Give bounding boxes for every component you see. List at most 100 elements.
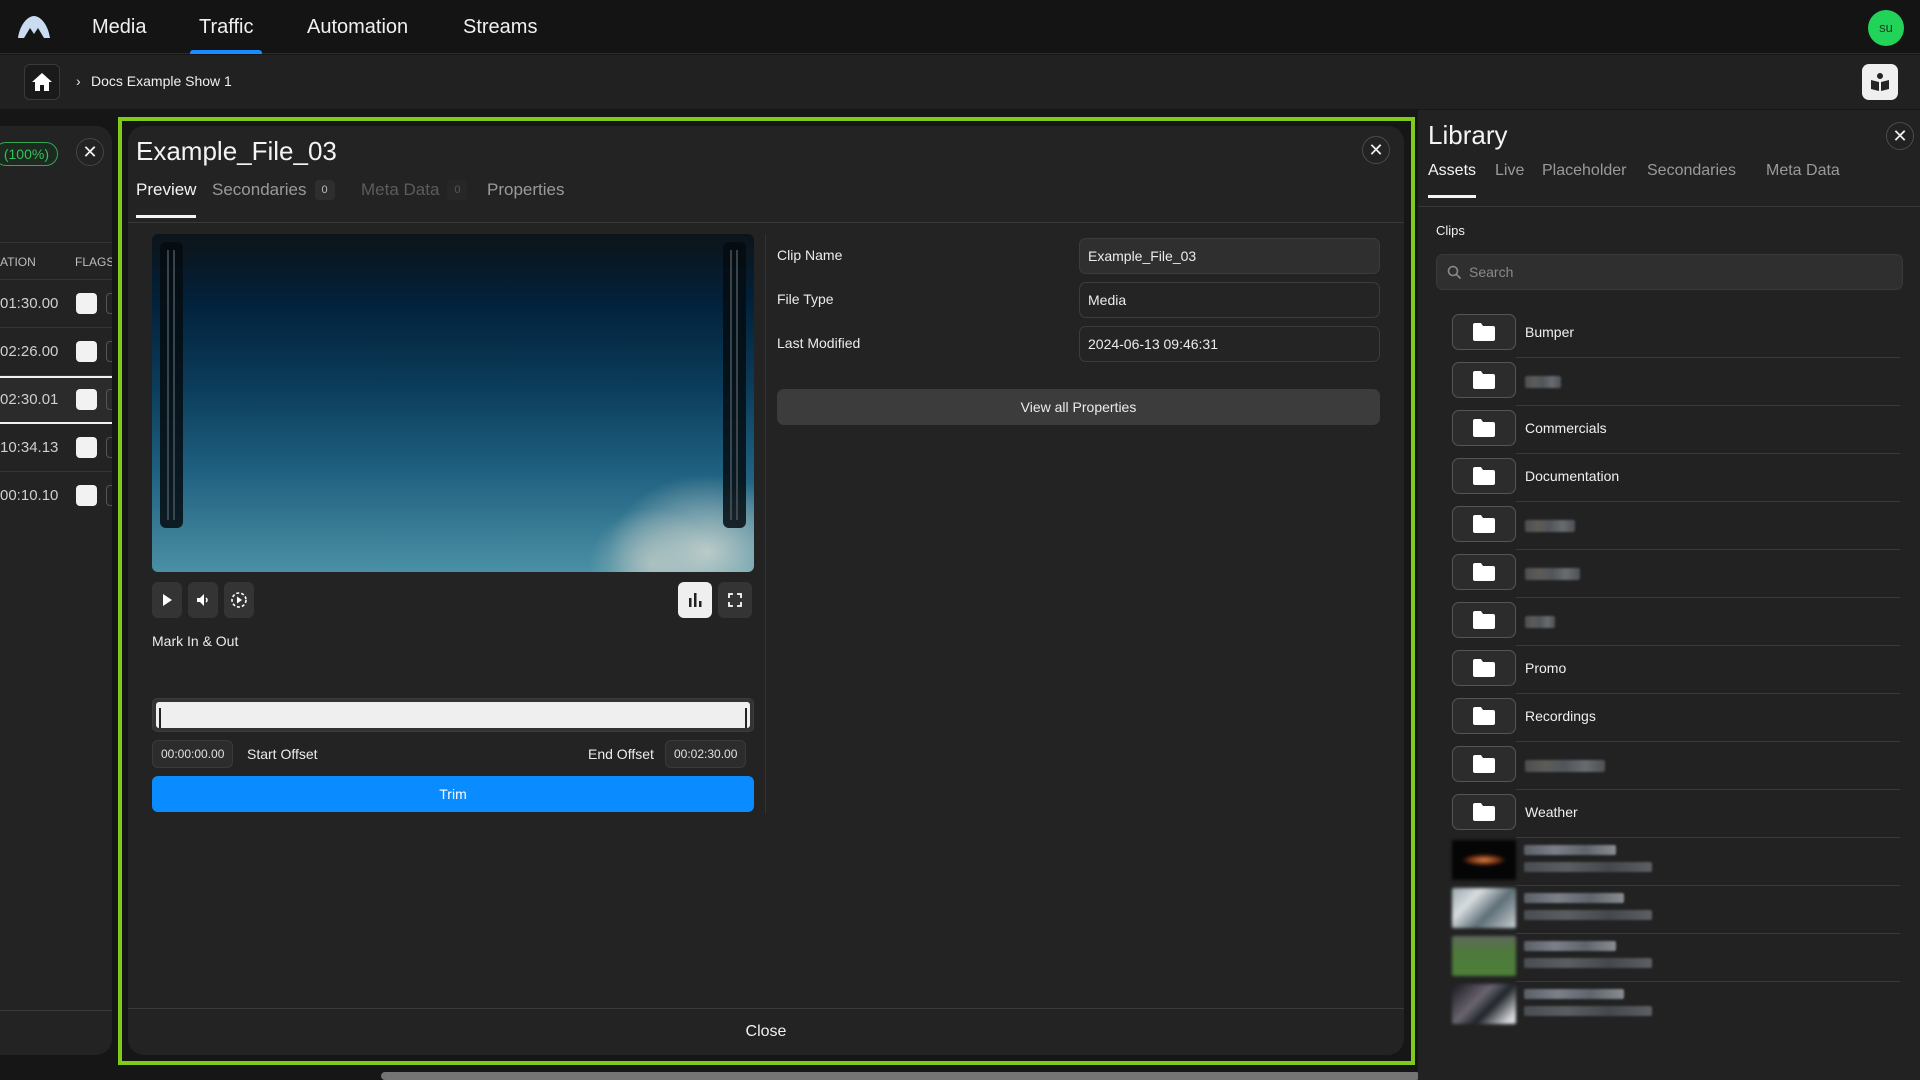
- search-box: [1436, 254, 1903, 290]
- table-row[interactable]: 02:26.00: [0, 328, 112, 376]
- trim-end-handle[interactable]: [745, 708, 747, 728]
- tab-meta-data[interactable]: Meta Data: [1766, 162, 1840, 180]
- folder-icon: [1473, 467, 1495, 485]
- folder-item[interactable]: Bumper: [1452, 310, 1900, 358]
- folder-button[interactable]: [1452, 794, 1516, 830]
- trim-button[interactable]: Trim: [152, 776, 754, 812]
- bar-chart-icon: [689, 593, 702, 607]
- clip-thumbnail: [1452, 840, 1516, 880]
- replay-icon: [231, 592, 247, 608]
- flag-icon[interactable]: [106, 293, 112, 314]
- nav-media[interactable]: Media: [92, 0, 146, 54]
- loop-button[interactable]: [224, 582, 254, 618]
- folder-button[interactable]: [1452, 698, 1516, 734]
- close-icon[interactable]: ✕: [76, 138, 104, 166]
- mark-in-handle[interactable]: [160, 242, 183, 528]
- clip-item[interactable]: [1452, 934, 1900, 982]
- folder-item[interactable]: [1452, 550, 1900, 598]
- folder-button[interactable]: [1452, 362, 1516, 398]
- search-input[interactable]: [1469, 255, 1889, 289]
- trim-range-slider[interactable]: [152, 698, 754, 732]
- table-row[interactable]: 01:30.00: [0, 280, 112, 328]
- nav-traffic[interactable]: Traffic: [189, 0, 263, 54]
- folder-button[interactable]: [1452, 554, 1516, 590]
- flag-icon[interactable]: [106, 437, 112, 458]
- redacted-clip-meta: [1524, 910, 1652, 920]
- folder-item[interactable]: Documentation: [1452, 454, 1900, 502]
- tab-assets[interactable]: Assets: [1428, 162, 1477, 198]
- folder-button[interactable]: [1452, 506, 1516, 542]
- clip-item[interactable]: [1452, 982, 1900, 1030]
- playlist-flag-icon[interactable]: [76, 389, 97, 410]
- fullscreen-button[interactable]: [718, 582, 752, 618]
- flag-icon[interactable]: [106, 341, 112, 362]
- tab-properties[interactable]: Properties: [487, 180, 564, 200]
- library-title: Library: [1428, 120, 1508, 150]
- tab-secondaries[interactable]: Secondaries 0: [212, 180, 335, 200]
- column-flags[interactable]: FLAGS: [75, 255, 112, 269]
- clip-thumbnail: [1452, 984, 1516, 1024]
- flag-icon[interactable]: [106, 389, 112, 410]
- folder-button[interactable]: [1452, 602, 1516, 638]
- nav-automation[interactable]: Automation: [307, 0, 408, 54]
- folder-item[interactable]: [1452, 502, 1900, 550]
- tab-live[interactable]: Live: [1495, 162, 1524, 180]
- app-logo-icon[interactable]: [16, 14, 52, 40]
- library-toggle-button[interactable]: [1862, 64, 1898, 100]
- modal-title: Example_File_03: [136, 136, 337, 166]
- clip-item[interactable]: [1452, 838, 1900, 886]
- tab-meta-data[interactable]: Meta Data 0: [361, 180, 468, 200]
- folder-item[interactable]: Commercials: [1452, 406, 1900, 454]
- playlist-flag-icon[interactable]: [76, 437, 97, 458]
- folder-button[interactable]: [1452, 314, 1516, 350]
- folder-item[interactable]: [1452, 598, 1900, 646]
- tab-label: Preview: [136, 180, 197, 199]
- horizontal-scrollbar[interactable]: [381, 1072, 1420, 1080]
- close-button[interactable]: Close: [128, 1008, 1404, 1055]
- folder-button[interactable]: [1452, 410, 1516, 446]
- folder-button[interactable]: [1452, 746, 1516, 782]
- playlist-flag-icon[interactable]: [76, 485, 97, 506]
- folder-item[interactable]: Weather: [1452, 790, 1900, 838]
- breadcrumb-item[interactable]: Docs Example Show 1: [91, 73, 232, 89]
- table-row[interactable]: 00:10.10: [0, 472, 112, 520]
- folder-button[interactable]: [1452, 458, 1516, 494]
- folder-item[interactable]: [1452, 358, 1900, 406]
- mark-in-out-label: Mark In & Out: [152, 633, 239, 649]
- video-preview[interactable]: [152, 234, 754, 572]
- column-duration[interactable]: ATION: [0, 255, 36, 269]
- folder-icon: [1473, 371, 1495, 389]
- folder-label: Weather: [1525, 804, 1578, 820]
- start-offset-field[interactable]: 00:00:00.00: [152, 740, 234, 768]
- end-offset-label: End Offset: [588, 746, 654, 762]
- folder-item[interactable]: [1452, 742, 1900, 790]
- user-avatar[interactable]: su: [1868, 10, 1904, 46]
- flag-icon[interactable]: [106, 485, 112, 506]
- nav-streams[interactable]: Streams: [463, 0, 537, 54]
- clip-name-field[interactable]: Example_File_03: [1079, 238, 1380, 274]
- playlist-flag-icon[interactable]: [76, 293, 97, 314]
- trim-start-handle[interactable]: [159, 708, 161, 728]
- tab-placeholder[interactable]: Placeholder: [1542, 162, 1627, 180]
- volume-button[interactable]: [188, 582, 218, 618]
- rundown-panel: (100%) ✕ ATION FLAGS 01:30.00 02:26.00 0…: [0, 126, 112, 1055]
- clip-item[interactable]: [1452, 886, 1900, 934]
- tab-secondaries[interactable]: Secondaries: [1647, 162, 1736, 180]
- end-offset-field[interactable]: 00:02:30.00: [665, 740, 747, 768]
- audio-meter-button[interactable]: [678, 582, 712, 618]
- close-icon[interactable]: ✕: [1886, 122, 1914, 150]
- folder-item[interactable]: Recordings: [1452, 694, 1900, 742]
- table-row-selected[interactable]: 02:30.01: [0, 376, 112, 424]
- home-button[interactable]: [24, 64, 60, 100]
- table-row[interactable]: 10:34.13: [0, 424, 112, 472]
- tab-preview[interactable]: Preview: [136, 180, 197, 218]
- view-all-properties-button[interactable]: View all Properties: [777, 389, 1380, 425]
- play-button[interactable]: [152, 582, 182, 618]
- folder-button[interactable]: [1452, 650, 1516, 686]
- redacted-clip-name: [1524, 845, 1616, 855]
- mark-out-handle[interactable]: [723, 242, 746, 528]
- close-icon[interactable]: ✕: [1362, 136, 1390, 164]
- folder-item[interactable]: Promo: [1452, 646, 1900, 694]
- playlist-flag-icon[interactable]: [76, 341, 97, 362]
- folder-icon: [1473, 611, 1495, 629]
